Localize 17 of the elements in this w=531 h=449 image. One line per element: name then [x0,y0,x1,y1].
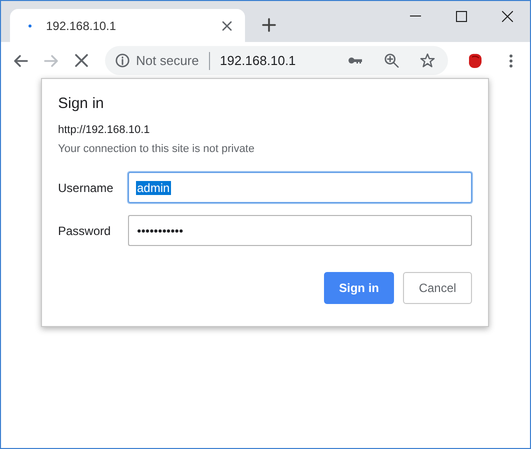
url-text: 192.168.10.1 [220,53,297,68]
browser-tab[interactable]: 192.168.10.1 [10,9,245,42]
site-origin: http://192.168.10.1 [58,124,151,136]
dialog-title: Sign in [58,95,105,112]
privacy-warning: Your connection to this site is not private [58,143,256,155]
security-label: Not secure [136,53,199,68]
info-icon[interactable] [115,53,130,68]
tab-title: 192.168.10.1 [46,18,118,32]
field-label: Password [58,224,112,238]
address-bar[interactable]: Not secure 192.168.10.1 [105,46,448,75]
field-value: ••••••••••• [136,224,184,238]
sign-in-button[interactable]: Sign in [324,272,394,304]
input-field[interactable]: ••••••••••• [128,215,472,246]
input-field[interactable]: admin [128,172,472,203]
cancel-button[interactable]: Cancel [403,272,472,304]
field-value: admin [136,180,171,194]
field-label: Username [58,180,114,194]
